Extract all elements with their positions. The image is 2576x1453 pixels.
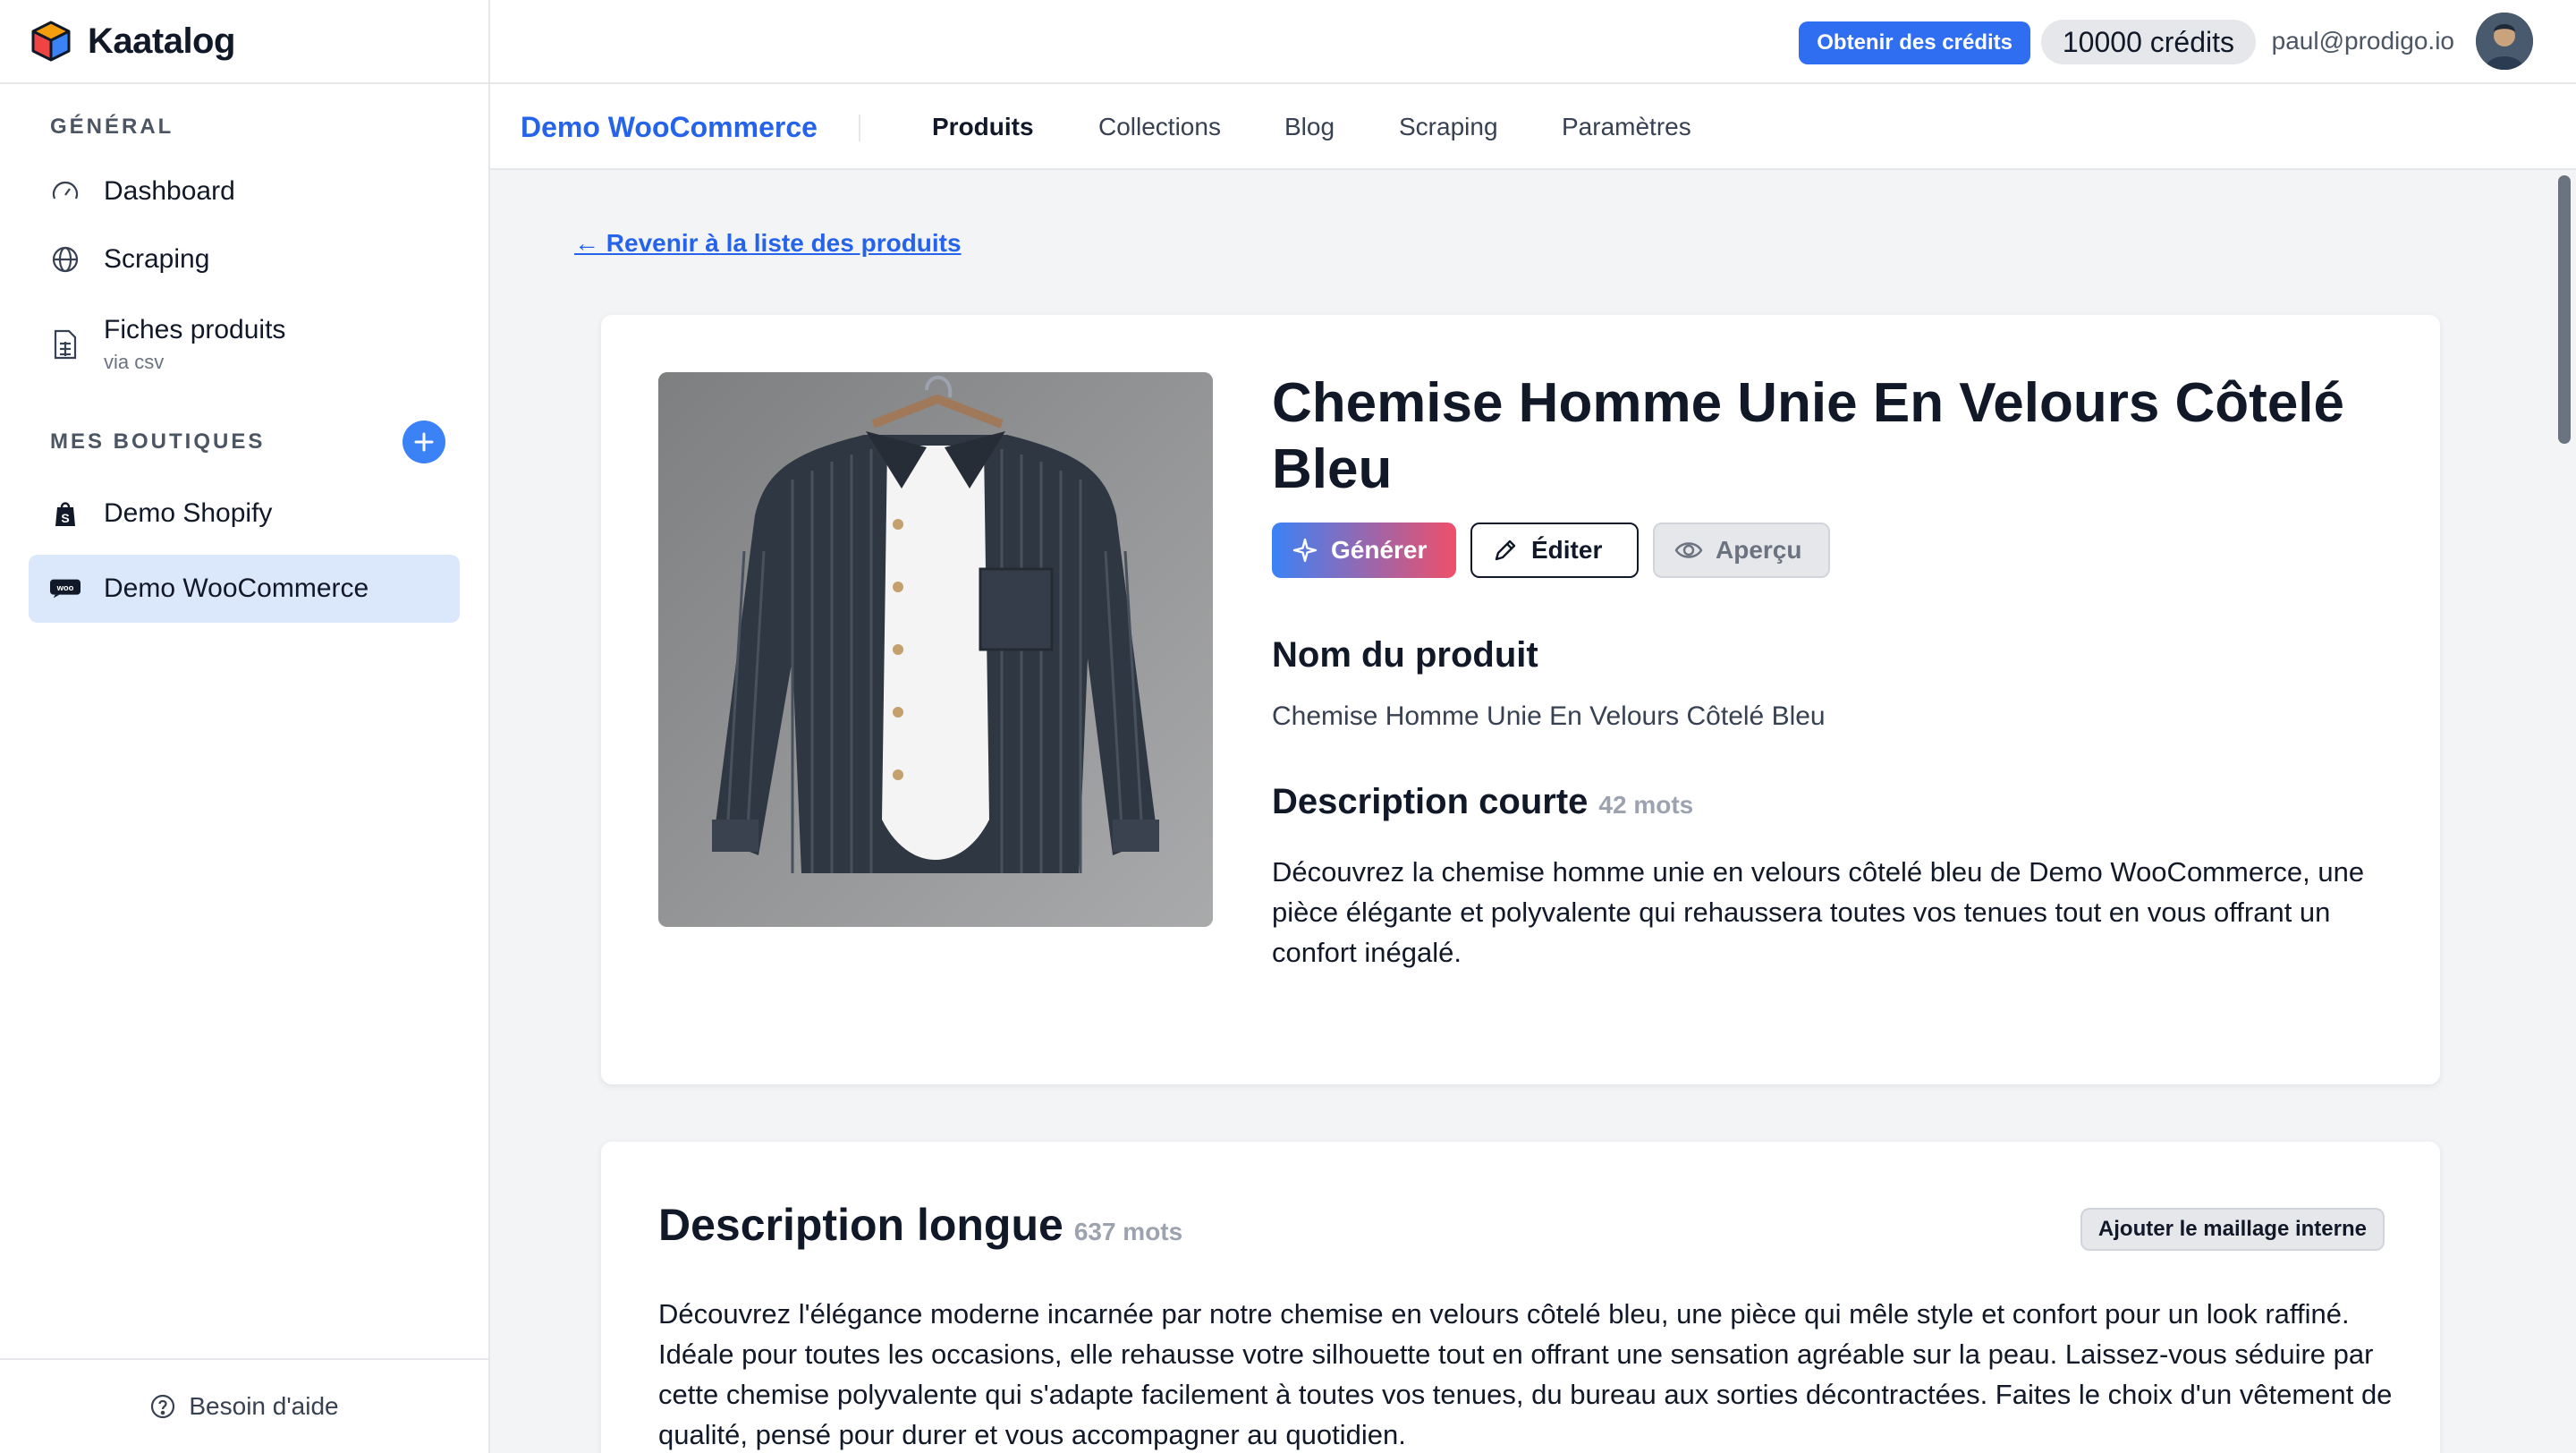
long-description-title: Description longue: [658, 1200, 1063, 1250]
cube-logo-icon: [29, 19, 73, 64]
sidebar-item-text: Fiches produits via csv: [104, 315, 285, 374]
eye-icon: [1674, 542, 1703, 558]
credits-badge: 10000 crédits: [2040, 20, 2256, 64]
sidebar-item-label: Scraping: [104, 244, 210, 274]
avatar[interactable]: [2476, 13, 2533, 70]
sidebar: Kaatalog GÉNÉRAL Dashboard Scraping Fich…: [0, 0, 490, 1453]
sidebar-item-dashboard[interactable]: Dashboard: [29, 157, 460, 225]
long-description-text: Découvrez l'élégance moderne incarnée pa…: [658, 1298, 2393, 1450]
get-credits-button[interactable]: Obtenir des crédits: [1799, 21, 2030, 64]
subnav-divider: [859, 115, 860, 141]
sidebar-item-fiches-produits[interactable]: Fiches produits via csv: [29, 304, 460, 385]
user-email: paul@prodigo.io: [2271, 27, 2454, 55]
pencil-icon: [1495, 540, 1516, 561]
edit-label: Éditer: [1531, 536, 1603, 564]
globe-icon: [50, 244, 80, 275]
long-word-count: 637 mots: [1073, 1218, 1183, 1245]
woocommerce-icon: woo: [50, 574, 80, 604]
tab-blog[interactable]: Blog: [1284, 113, 1335, 141]
sidebar-shop-label: Demo Shopify: [104, 498, 273, 528]
shop-subnav: Demo WooCommerce Produits Collections Bl…: [490, 84, 2576, 170]
shopify-icon: S: [50, 498, 80, 529]
preview-button[interactable]: Aperçu: [1653, 523, 1830, 578]
logo-bar: Kaatalog: [0, 0, 488, 84]
sidebar-item-demo-woocommerce[interactable]: woo Demo WooCommerce: [29, 555, 460, 623]
section-general-label: GÉNÉRAL: [50, 115, 174, 139]
app-name[interactable]: Kaatalog: [88, 21, 235, 62]
svg-text:S: S: [61, 511, 69, 525]
tab-scraping[interactable]: Scraping: [1399, 113, 1498, 141]
preview-label: Aperçu: [1716, 536, 1802, 564]
sidebar-item-scraping[interactable]: Scraping: [29, 225, 460, 293]
section-shops-label: MES BOUTIQUES: [50, 429, 266, 454]
back-to-products-link[interactable]: ← Revenir à la liste des produits: [574, 229, 962, 258]
user-photo: [2476, 13, 2533, 70]
help-label: Besoin d'aide: [189, 1392, 339, 1420]
product-image: [658, 372, 1213, 927]
tab-parametres[interactable]: Paramètres: [1562, 113, 1691, 141]
sidebar-item-label: Fiches produits: [104, 315, 286, 344]
add-shop-button[interactable]: [402, 421, 445, 463]
sidebar-item-label: Dashboard: [104, 176, 235, 206]
short-description-heading: Description courte 42 mots: [1272, 782, 1693, 822]
topbar: Obtenir des crédits 10000 crédits paul@p…: [490, 0, 2576, 84]
generate-label: Générer: [1331, 536, 1428, 564]
short-description-text: Découvrez la chemise homme unie en velou…: [1272, 856, 2365, 968]
product-card: Chemise Homme Unie En Velours Côtelé Ble…: [601, 315, 2440, 1084]
short-description-title: Description courte: [1272, 782, 1589, 821]
long-description-heading: Description longue 637 mots: [658, 1199, 1182, 1251]
sidebar-item-sublabel: via csv: [104, 351, 165, 373]
help-circle-icon: [151, 1394, 175, 1419]
sparkle-icon: [1292, 538, 1318, 563]
shop-title[interactable]: Demo WooCommerce: [521, 111, 818, 144]
product-title: Chemise Homme Unie En Velours Côtelé Ble…: [1272, 372, 2345, 500]
help-link[interactable]: Besoin d'aide: [0, 1358, 488, 1453]
tab-collections[interactable]: Collections: [1098, 113, 1221, 141]
generate-button[interactable]: Générer: [1272, 523, 1456, 578]
scrollbar-thumb[interactable]: [2558, 175, 2571, 444]
plus-icon: [414, 432, 434, 452]
short-word-count: 42 mots: [1598, 791, 1694, 819]
svg-text:woo: woo: [56, 583, 74, 593]
add-internal-links-button[interactable]: Ajouter le maillage interne: [2080, 1208, 2385, 1251]
product-name-heading: Nom du produit: [1272, 635, 1538, 675]
gauge-icon: [50, 176, 80, 207]
sidebar-item-demo-shopify[interactable]: S Demo Shopify: [29, 480, 460, 548]
long-description-card: Description longue 637 mots Ajouter le ma…: [601, 1142, 2440, 1453]
product-name-value: Chemise Homme Unie En Velours Côtelé Ble…: [1272, 701, 1826, 731]
sidebar-shop-label: Demo WooCommerce: [104, 574, 369, 603]
edit-button[interactable]: Éditer: [1470, 523, 1639, 578]
file-spreadsheet-icon: [50, 329, 80, 360]
tab-produits[interactable]: Produits: [932, 113, 1034, 141]
